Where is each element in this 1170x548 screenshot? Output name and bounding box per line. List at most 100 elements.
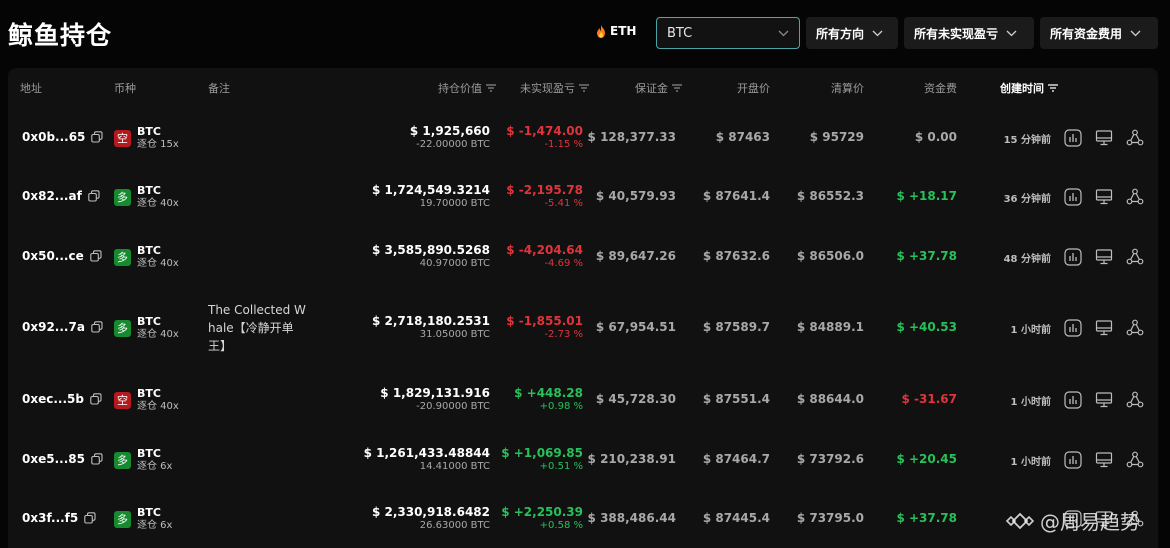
address-text: 0x0b...65 [22,130,86,144]
liquidation-price: $ 73792.6 [796,452,864,466]
monitor-icon[interactable] [1095,451,1113,469]
eth-quick-filter[interactable]: ETH [596,24,636,38]
address[interactable]: 0x50...ce [22,249,102,263]
monitor-icon[interactable] [1095,391,1113,409]
share-icon[interactable] [1126,391,1144,409]
position-size: 31.05000 BTC [419,329,490,340]
leverage: 逐仓 15x [137,139,179,150]
funding-fee-filter[interactable]: 所有资金费用 [1040,17,1158,49]
coin-symbol: BTC [137,506,161,519]
address-text: 0x50...ce [22,249,84,263]
leverage: 逐仓 40x [137,198,179,209]
margin: $ 388,486.44 [587,511,676,525]
position-value-usd: $ 1,724,549.3214 [371,183,490,197]
table-row[interactable]: 0xec...5b 空 BTC 逐仓 40x $ 1,829,131.916 -20.90… [8,370,1158,430]
chart-icon[interactable] [1064,188,1082,206]
table-row[interactable]: 0x92...7a 多 BTC 逐仓 40x The Collected Whale【冷… [8,286,1158,370]
chart-icon[interactable] [1064,451,1082,469]
pnl-amount: $ -4,204.64 [506,243,583,257]
sort-icon [579,84,589,92]
monitor-icon[interactable] [1095,129,1113,147]
pnl-percent: +0.58 % [539,520,583,531]
col-created[interactable]: 创建时间 [1000,80,1058,96]
direction-badge: 多 [114,451,131,469]
pnl-amount: $ +2,250.39 [501,505,583,519]
position-value-usd: $ 2,718,180.2531 [371,314,490,328]
entry-price: $ 87463 [715,130,770,144]
chart-icon[interactable] [1064,391,1082,409]
address[interactable]: 0x0b...65 [22,130,103,144]
created-time: 15 分钟前 [1003,135,1051,146]
pnl-percent: +0.98 % [539,401,583,412]
liquidation-price: $ 88644.0 [796,392,864,406]
share-icon[interactable] [1126,129,1144,147]
table-row[interactable]: 0x0b...65 空 BTC 逐仓 15x $ 1,925,660 -22.00000 … [8,108,1158,167]
copy-icon[interactable] [84,512,96,524]
unrealized-pnl: $ -1,474.00 -1.15 % [506,124,583,152]
copy-icon[interactable] [91,321,103,333]
copy-icon[interactable] [90,393,102,405]
address[interactable]: 0x92...7a [22,320,103,334]
row-actions [1064,391,1144,409]
col-margin-label: 保证金 [635,82,668,95]
coin-symbol: BTC [137,125,161,138]
coin-cell: 空 BTC 逐仓 15x [114,125,179,151]
col-value[interactable]: 持仓价值 [438,80,496,96]
share-icon[interactable] [1126,451,1144,469]
copy-icon[interactable] [91,131,103,143]
coin-symbol: BTC [137,447,161,460]
coin-info: BTC 逐仓 6x [137,506,172,532]
direction-filter-label: 所有方向 [816,26,865,41]
chart-icon[interactable] [1064,248,1082,266]
table-row[interactable]: 0x3f...f5 多 BTC 逐仓 6x $ 2,330,918.6482 26.630… [8,489,1158,548]
monitor-icon[interactable] [1095,248,1113,266]
share-icon[interactable] [1126,248,1144,266]
note: The Collected Whale【冷静开单王】 [208,303,306,353]
created-time: 1 小时前 [1010,325,1051,336]
pnl-amount: $ -2,195.78 [506,183,583,197]
address[interactable]: 0xe5...85 [22,452,103,466]
table-row[interactable]: 0x82...af 多 BTC 逐仓 40x $ 1,724,549.3214 19.70… [8,167,1158,227]
share-icon[interactable] [1126,319,1144,337]
share-icon[interactable] [1126,188,1144,206]
liquidation-price: $ 73795.0 [796,511,864,525]
copy-icon[interactable] [91,453,103,465]
coin-cell: 多 BTC 逐仓 40x [114,184,179,210]
coin-search-select[interactable] [656,17,800,49]
address[interactable]: 0x82...af [22,189,100,203]
table-row[interactable]: 0xe5...85 多 BTC 逐仓 6x $ 1,261,433.48844 14.41… [8,430,1158,489]
col-pnl[interactable]: 未实现盈亏 [520,80,589,96]
chevron-down-icon [872,30,883,36]
entry-price: $ 87464.7 [702,452,770,466]
monitor-icon[interactable] [1095,188,1113,206]
col-funding: 资金费 [924,82,957,95]
position-value: $ 2,330,918.6482 26.63000 BTC [372,505,490,533]
positions-table: 地址 币种 备注 持仓价值 未实现盈亏 保证金 开盘价 清算价 资金费 创建时间… [8,68,1158,548]
direction-filter[interactable]: 所有方向 [806,17,898,49]
chevron-down-icon[interactable] [778,30,789,37]
chevron-down-icon [1006,30,1017,36]
col-address: 地址 [20,82,42,95]
copy-icon[interactable] [89,250,102,262]
copy-icon[interactable] [88,190,100,202]
pnl-filter-label: 所有未实现盈亏 [914,26,999,41]
table-row[interactable]: 0x50...ce 多 BTC 逐仓 40x $ 3,585,890.5268 40.97… [8,227,1158,286]
coin-search-input[interactable] [667,25,763,41]
coin-cell: 多 BTC 逐仓 6x [114,447,172,473]
pnl-amount: $ -1,474.00 [506,124,583,138]
chart-icon[interactable] [1064,129,1082,147]
coin-cell: 多 BTC 逐仓 40x [114,315,179,341]
col-margin[interactable]: 保证金 [635,80,682,96]
unrealized-pnl-filter[interactable]: 所有未实现盈亏 [904,17,1034,49]
address-text: 0x82...af [22,189,82,203]
address[interactable]: 0x3f...f5 [22,511,96,525]
coin-info: BTC 逐仓 40x [137,387,179,413]
position-value-usd: $ 3,585,890.5268 [371,243,490,257]
monitor-icon[interactable] [1095,319,1113,337]
address[interactable]: 0xec...5b [22,392,102,406]
direction-badge: 空 [114,129,131,147]
margin: $ 89,647.26 [595,249,676,263]
pnl-percent: -1.15 % [544,139,583,150]
position-value: $ 3,585,890.5268 40.97000 BTC [372,243,490,271]
chart-icon[interactable] [1064,319,1082,337]
